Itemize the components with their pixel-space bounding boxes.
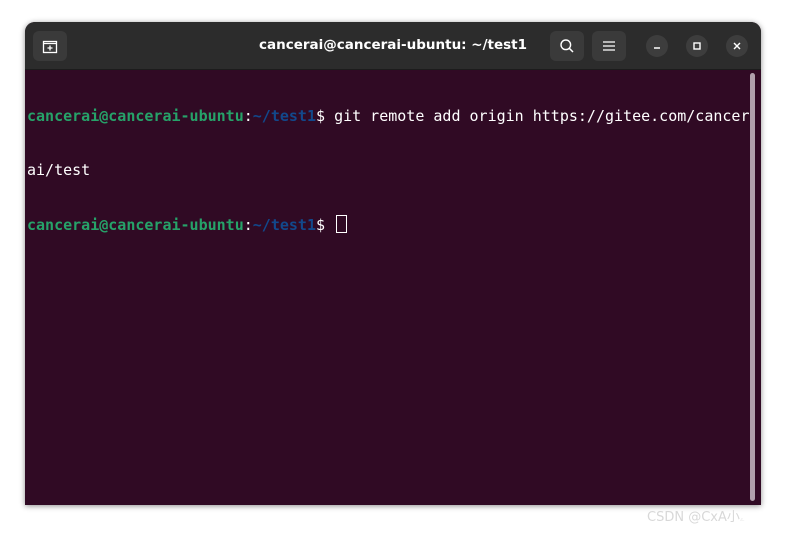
- search-button[interactable]: [550, 31, 584, 61]
- prompt-colon: :: [243, 107, 253, 125]
- terminal-output[interactable]: cancerai@cancerai-ubuntu:~/test1$ git re…: [27, 71, 749, 501]
- menu-button[interactable]: [592, 31, 626, 61]
- prompt-symbol: $: [316, 216, 335, 234]
- terminal-line: cancerai@cancerai-ubuntu:~/test1$: [27, 215, 745, 234]
- terminal-line: cancerai@cancerai-ubuntu:~/test1$ git re…: [27, 107, 749, 125]
- scrollbar[interactable]: [750, 73, 755, 501]
- watermark: CSDN @CxA小ۦ: [647, 510, 745, 525]
- terminal-window: cancerai@cancerai-ubuntu: ~/test1 cancer…: [25, 22, 761, 505]
- prompt-symbol: $: [316, 107, 335, 125]
- search-icon: [560, 39, 574, 53]
- close-button[interactable]: [726, 35, 748, 57]
- prompt-user: cancerai@cancerai-ubuntu: [27, 107, 244, 125]
- close-icon: [733, 42, 741, 50]
- command-text-wrapped: ai/test: [27, 161, 91, 179]
- minimize-button[interactable]: [646, 35, 668, 57]
- text-cursor: [336, 215, 348, 233]
- minimize-icon: [654, 47, 660, 49]
- command-text: git remote add origin https://gitee.com/…: [334, 107, 750, 125]
- title-bar: cancerai@cancerai-ubuntu: ~/test1: [25, 22, 761, 70]
- terminal-line: ai/test: [27, 161, 745, 179]
- hamburger-menu-icon: [603, 41, 615, 51]
- new-tab-button[interactable]: [33, 31, 67, 61]
- prompt-path: ~/test1: [252, 216, 316, 234]
- window-title: cancerai@cancerai-ubuntu: ~/test1: [258, 37, 528, 53]
- prompt-path: ~/test1: [252, 107, 316, 125]
- prompt-user: cancerai@cancerai-ubuntu: [27, 216, 244, 234]
- maximize-icon: [693, 42, 701, 50]
- prompt-colon: :: [243, 216, 253, 234]
- maximize-button[interactable]: [686, 35, 708, 57]
- new-tab-icon: [42, 40, 58, 54]
